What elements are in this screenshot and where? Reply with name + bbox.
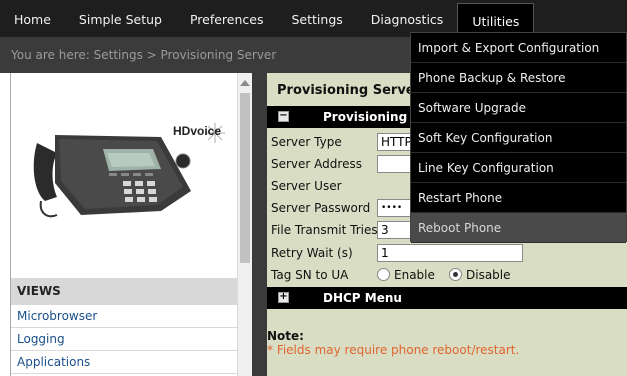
- server-user-label: Server User: [271, 179, 342, 193]
- menu-item-soft-key-config[interactable]: Soft Key Configuration: [411, 123, 626, 153]
- views-heading: VIEWS: [11, 278, 237, 305]
- dhcp-section-header[interactable]: + DHCP Menu: [267, 287, 627, 309]
- menu-item-reboot-phone[interactable]: Reboot Phone: [411, 213, 626, 243]
- scroll-up-arrow-icon[interactable]: [240, 80, 250, 86]
- field-row-tag-sn: Tag SN to UA Enable Disable: [271, 266, 627, 286]
- nav-home[interactable]: Home: [0, 0, 65, 37]
- menu-item-import-export[interactable]: Import & Export Configuration: [411, 33, 626, 63]
- server-password-label: Server Password: [271, 201, 371, 215]
- note-title: Note:: [267, 329, 304, 343]
- server-address-input[interactable]: [377, 155, 413, 173]
- section-title: Provisioning S: [323, 110, 421, 124]
- views-item-microbrowser[interactable]: Microbrowser: [11, 305, 237, 328]
- enable-radio-label[interactable]: Enable: [394, 268, 435, 282]
- nav-preferences[interactable]: Preferences: [176, 0, 278, 37]
- retry-wait-input[interactable]: 1: [377, 244, 523, 262]
- phone-nav-cluster: [175, 153, 191, 169]
- nav-simple-setup[interactable]: Simple Setup: [65, 0, 176, 37]
- sidebar-scrollbar[interactable]: [237, 73, 252, 376]
- collapse-icon[interactable]: −: [278, 111, 289, 122]
- note-text: * Fields may require phone reboot/restar…: [267, 343, 520, 357]
- tag-sn-label: Tag SN to UA: [271, 268, 349, 282]
- retry-wait-label: Retry Wait (s): [271, 246, 353, 260]
- utilities-dropdown: Import & Export Configuration Phone Back…: [410, 32, 627, 243]
- server-user-input[interactable]: [377, 177, 413, 195]
- views-item-applications[interactable]: Applications: [11, 351, 237, 374]
- expand-icon[interactable]: +: [278, 292, 289, 303]
- scroll-thumb[interactable]: [240, 93, 250, 263]
- hdvoice-logo: HDvoice: [173, 124, 221, 138]
- phone-illustration: HDvoice: [33, 123, 225, 218]
- menu-item-backup-restore[interactable]: Phone Backup & Restore: [411, 63, 626, 93]
- disable-radio-label[interactable]: Disable: [466, 268, 511, 282]
- layout-gutter: [252, 73, 267, 376]
- nav-settings[interactable]: Settings: [278, 0, 357, 37]
- phone-handset: [33, 143, 57, 201]
- views-item-logging[interactable]: Logging: [11, 328, 237, 351]
- server-address-label: Server Address: [271, 157, 362, 171]
- server-password-input[interactable]: ••••: [377, 199, 413, 217]
- file-transmit-tries-input[interactable]: 3: [377, 221, 413, 239]
- disable-radio[interactable]: [449, 268, 462, 281]
- page-title: Provisioning Serve: [277, 83, 415, 98]
- menu-item-line-key-config[interactable]: Line Key Configuration: [411, 153, 626, 183]
- breadcrumb: You are here: Settings > Provisioning Se…: [11, 48, 277, 62]
- sidebar: HDvoice VIEWS Microbrowser Logging Appli…: [10, 73, 252, 376]
- enable-radio[interactable]: [377, 268, 390, 281]
- server-type-label: Server Type: [271, 135, 342, 149]
- phone-keypad: [123, 181, 157, 202]
- menu-item-software-upgrade[interactable]: Software Upgrade: [411, 93, 626, 123]
- menu-item-restart-phone[interactable]: Restart Phone: [411, 183, 626, 213]
- phone-image-panel: HDvoice: [11, 73, 237, 276]
- file-transmit-tries-label: File Transmit Tries: [271, 223, 378, 237]
- field-row-retry-wait: Retry Wait (s) 1: [271, 244, 627, 264]
- dhcp-section-title: DHCP Menu: [323, 291, 402, 305]
- phone-cord: [39, 200, 58, 218]
